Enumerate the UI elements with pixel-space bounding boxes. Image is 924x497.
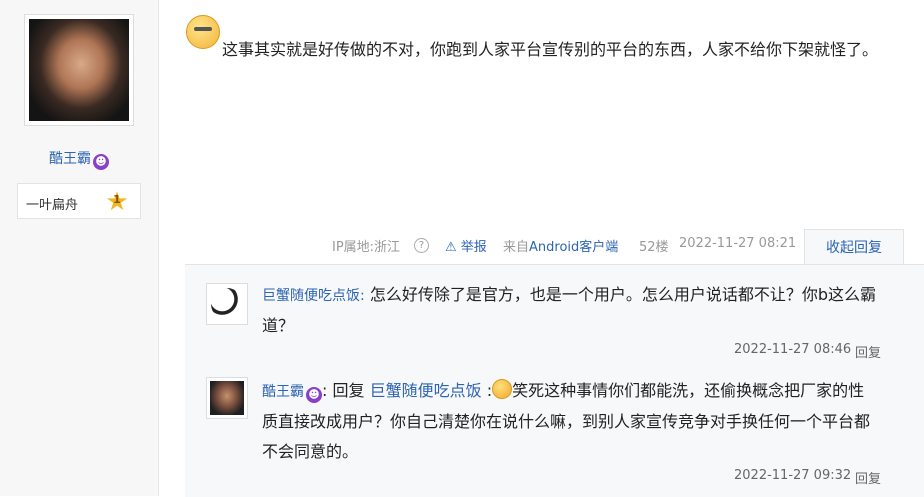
smile-emoji-icon bbox=[492, 379, 513, 399]
reply-time: 2022-11-27 09:32 bbox=[734, 468, 852, 483]
author-avatar[interactable] bbox=[24, 14, 134, 126]
report-button[interactable]: ⚠ 举报 bbox=[445, 236, 487, 255]
reply-item: 酷王霸 ☻: 回复 巨蟹随便吃点饭 : 笑死这种事情你们都能洗，还偷换概念把厂家的性… bbox=[262, 376, 880, 467]
source-prefix: 来自 bbox=[503, 240, 530, 255]
reply-user[interactable]: 酷王霸 bbox=[262, 384, 304, 400]
soccer-ball-icon bbox=[211, 288, 243, 320]
collapse-replies-button[interactable]: 收起回复 bbox=[804, 229, 904, 265]
post-time: 2022-11-27 08:21 bbox=[679, 236, 797, 251]
author-name[interactable]: 酷王霸 bbox=[49, 151, 91, 167]
ip-location: IP属地:浙江 bbox=[332, 240, 401, 255]
author-name-row: 酷王霸 ☻ bbox=[0, 148, 158, 170]
source-link[interactable]: Android客户端 bbox=[529, 240, 618, 255]
devil-emoji-icon: ☻ bbox=[306, 387, 322, 403]
member-badge[interactable]: 一叶扁舟 ★ 1 bbox=[17, 183, 141, 219]
reply-avatar[interactable] bbox=[206, 377, 248, 419]
reply-user[interactable]: 巨蟹随便吃点饭: bbox=[262, 288, 365, 304]
reply-avatar[interactable] bbox=[206, 283, 248, 325]
portrait-icon bbox=[210, 381, 244, 415]
post-content: 这事其实就是好传做的不对，你跑到人家平台宣传别的平台的东西，人家不给你下架就怪了… bbox=[222, 40, 879, 59]
author-sidebar: 酷王霸 ☻ 一叶扁舟 ★ 1 bbox=[0, 0, 159, 496]
badge-label: 一叶扁舟 bbox=[26, 198, 79, 213]
devil-emoji-icon: ☻ bbox=[93, 154, 109, 170]
reply-button[interactable]: 回复 bbox=[855, 468, 881, 487]
help-icon[interactable]: ? bbox=[414, 238, 429, 253]
floor-number: 52楼 bbox=[639, 240, 669, 255]
portrait-icon bbox=[29, 19, 129, 121]
badge-level: 1 bbox=[113, 193, 121, 206]
report-label: 举报 bbox=[460, 240, 487, 255]
reply-item: 巨蟹随便吃点饭: 怎么好传除了是官方，也是一个用户。怎么用户说话都不让？你b这么… bbox=[262, 280, 880, 341]
post-source: 来自Android客户端 bbox=[503, 236, 618, 255]
reply-word: : 回复 bbox=[322, 381, 365, 400]
reply-button[interactable]: 回复 bbox=[855, 342, 881, 361]
reply-target-user[interactable]: 巨蟹随便吃点饭 bbox=[370, 381, 482, 400]
reply-time: 2022-11-27 08:46 bbox=[734, 342, 852, 357]
